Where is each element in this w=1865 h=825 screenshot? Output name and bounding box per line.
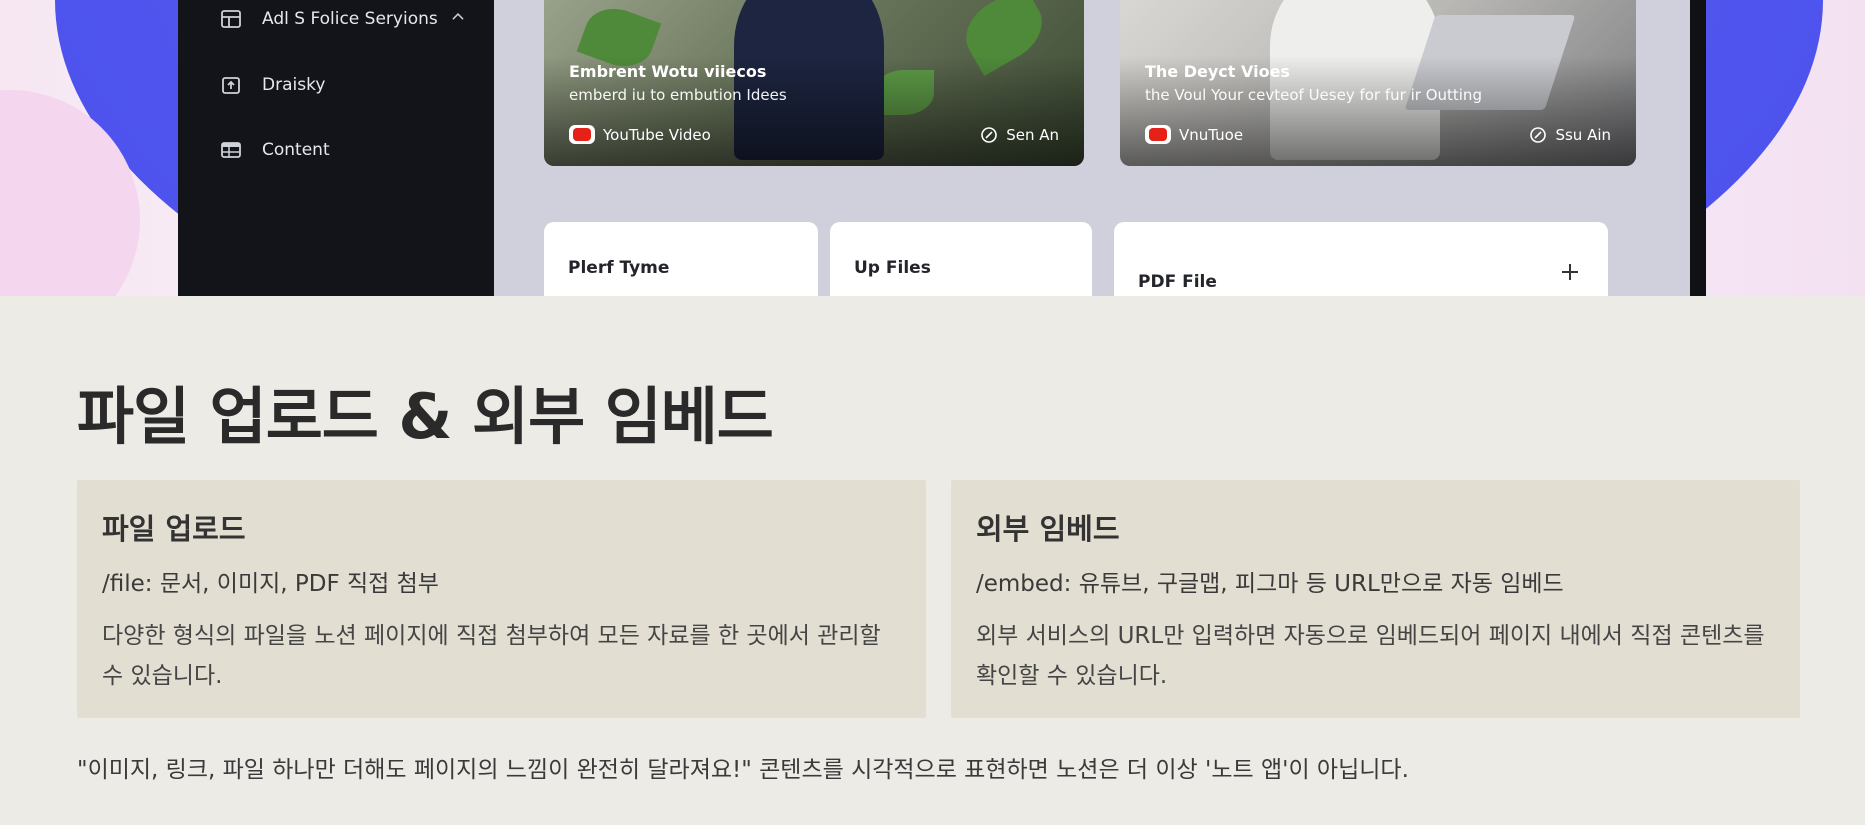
plus-icon — [1562, 264, 1578, 280]
feature-card-description: 외부 서비스의 URL만 입력하면 자동으로 임베드되어 페이지 내에서 직접 … — [976, 623, 1765, 689]
sidebar-item-label: Content — [262, 140, 330, 160]
tile-up-files: Up Files — [830, 222, 1092, 296]
video-subtitle: the Voul Your cevteof Uesey for fur ir O… — [1145, 86, 1482, 104]
video-card: The Deyct Vioes the Voul Your cevteof Ue… — [1120, 0, 1636, 166]
feature-card-external-embed: 외부 임베드 /embed: 유튜브, 구글맵, 피그마 등 URL만으로 자동… — [951, 480, 1800, 718]
sidebar-item-services: Adl S Folice Seryions — [220, 4, 464, 34]
tile-pdf-file: PDF File — [1114, 222, 1608, 296]
user-circle-icon — [1530, 127, 1547, 143]
hero-image: Adl S Folice Seryions Draisky Content Em… — [0, 0, 1865, 296]
sidebar-item-label: Draisky — [262, 75, 326, 95]
tile-plerf-tyme: Plerf Tyme — [544, 222, 818, 296]
video-brand: VnuTuoe — [1145, 125, 1243, 144]
video-author: Ssu Ain — [1529, 126, 1611, 144]
page-title: 파일 업로드 & 외부 임베드 — [77, 380, 774, 453]
feature-card-title: 파일 업로드 — [102, 512, 246, 546]
feature-card-description: 다양한 형식의 파일을 노션 페이지에 직접 첨부하여 모든 자료를 한 곳에서… — [102, 623, 881, 689]
layout-icon — [221, 10, 241, 28]
app-sidebar: Adl S Folice Seryions Draisky Content — [178, 0, 494, 296]
video-brand: YouTube Video — [569, 125, 711, 144]
video-subtitle: emberd iu to embution Idees — [569, 86, 787, 104]
video-title: The Deyct Vioes — [1145, 62, 1290, 81]
sidebar-item-content: Content — [220, 135, 330, 165]
youtube-icon — [569, 125, 595, 144]
sidebar-item-label: Adl S Folice Seryions — [262, 9, 438, 29]
sidebar-item-draisky: Draisky — [220, 70, 325, 100]
feature-card-command: /file: 문서, 이미지, PDF 직접 첨부 — [102, 571, 439, 597]
feature-card-title: 외부 임베드 — [976, 512, 1120, 546]
quote-text: "이미지, 링크, 파일 하나만 더해도 페이지의 느낌이 완전히 달라져요!"… — [77, 757, 1409, 783]
chevron-up-icon — [452, 13, 464, 20]
upload-icon — [222, 77, 240, 94]
laptop-screen-mockup: Adl S Folice Seryions Draisky Content Em… — [178, 0, 1706, 296]
video-title: Embrent Wotu viiecos — [569, 62, 767, 81]
table-icon — [221, 142, 241, 158]
youtube-icon — [1145, 125, 1171, 144]
user-circle-icon — [981, 127, 998, 143]
video-author: Sen An — [980, 126, 1059, 144]
feature-card-command: /embed: 유튜브, 구글맵, 피그마 등 URL만으로 자동 임베드 — [976, 571, 1564, 597]
video-card: Embrent Wotu viiecos emberd iu to embuti… — [544, 0, 1084, 166]
app-main-area: Embrent Wotu viiecos emberd iu to embuti… — [494, 0, 1690, 296]
feature-card-file-upload: 파일 업로드 /file: 문서, 이미지, PDF 직접 첨부 다양한 형식의… — [77, 480, 926, 718]
